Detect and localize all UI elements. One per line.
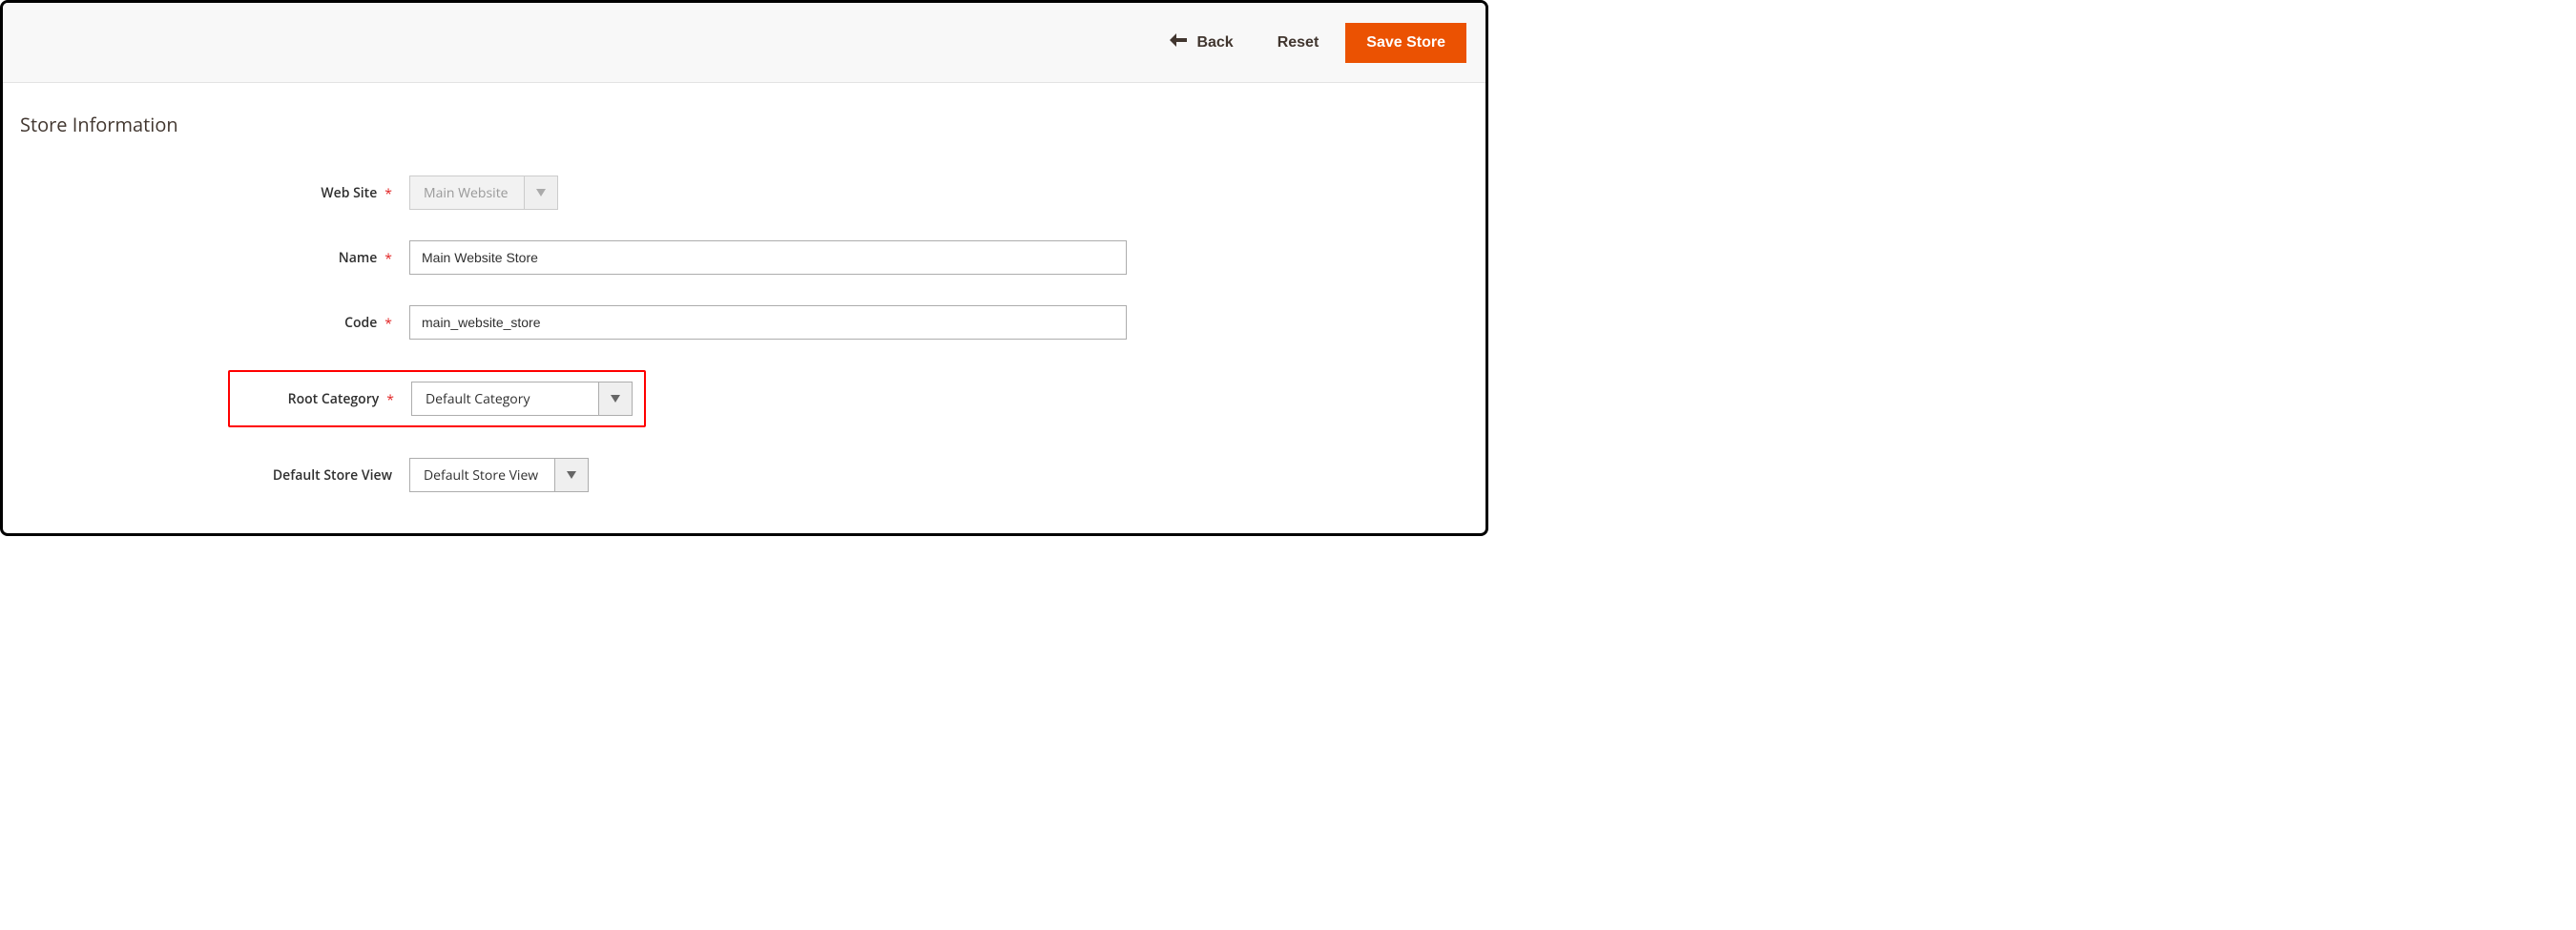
- back-button-label: Back: [1196, 34, 1233, 52]
- root-category-label: Root Category: [288, 390, 380, 408]
- chevron-down-icon: [525, 176, 557, 209]
- required-asterisk: *: [384, 315, 392, 333]
- admin-store-edit-page: Back Reset Save Store Store Information …: [0, 0, 1488, 536]
- root-category-select-value: Default Category: [412, 382, 599, 415]
- default-store-view-select[interactable]: Default Store View: [409, 458, 589, 492]
- save-store-button[interactable]: Save Store: [1345, 23, 1466, 63]
- reset-button-label: Reset: [1278, 34, 1319, 51]
- code-label-wrap: Code *: [239, 314, 392, 332]
- name-label: Name: [339, 249, 378, 267]
- section-title: Store Information: [20, 112, 1468, 137]
- website-row: Web Site * Main Website: [239, 176, 1468, 210]
- website-label: Web Site: [321, 184, 377, 202]
- reset-button[interactable]: Reset: [1260, 25, 1337, 61]
- code-row: Code *: [239, 305, 1468, 340]
- save-store-button-label: Save Store: [1366, 34, 1445, 51]
- content-area: Store Information Web Site * Main Websit…: [3, 83, 1485, 511]
- default-store-view-select-value: Default Store View: [410, 459, 555, 491]
- required-asterisk: *: [384, 185, 392, 203]
- root-category-highlight: Root Category * Default Category: [228, 370, 646, 427]
- required-asterisk: *: [386, 391, 394, 409]
- default-store-view-label: Default Store View: [273, 466, 392, 485]
- root-category-label-wrap: Root Category *: [230, 390, 394, 408]
- code-label: Code: [344, 314, 377, 332]
- website-select: Main Website: [409, 176, 558, 210]
- store-information-form: Web Site * Main Website Name *: [20, 176, 1468, 492]
- code-input[interactable]: [409, 305, 1127, 340]
- arrow-left-icon: [1170, 33, 1187, 52]
- default-store-view-row: Default Store View Default Store View: [239, 458, 1468, 492]
- name-label-wrap: Name *: [239, 249, 392, 267]
- website-label-wrap: Web Site *: [239, 184, 392, 202]
- chevron-down-icon: [599, 382, 632, 415]
- root-category-select[interactable]: Default Category: [411, 382, 633, 416]
- required-asterisk: *: [384, 250, 392, 268]
- default-store-view-label-wrap: Default Store View: [239, 466, 392, 485]
- back-button[interactable]: Back: [1153, 24, 1250, 61]
- name-row: Name *: [239, 240, 1468, 275]
- name-input[interactable]: [409, 240, 1127, 275]
- website-select-value: Main Website: [410, 176, 525, 209]
- chevron-down-icon: [555, 459, 588, 491]
- page-actions-toolbar: Back Reset Save Store: [3, 3, 1485, 83]
